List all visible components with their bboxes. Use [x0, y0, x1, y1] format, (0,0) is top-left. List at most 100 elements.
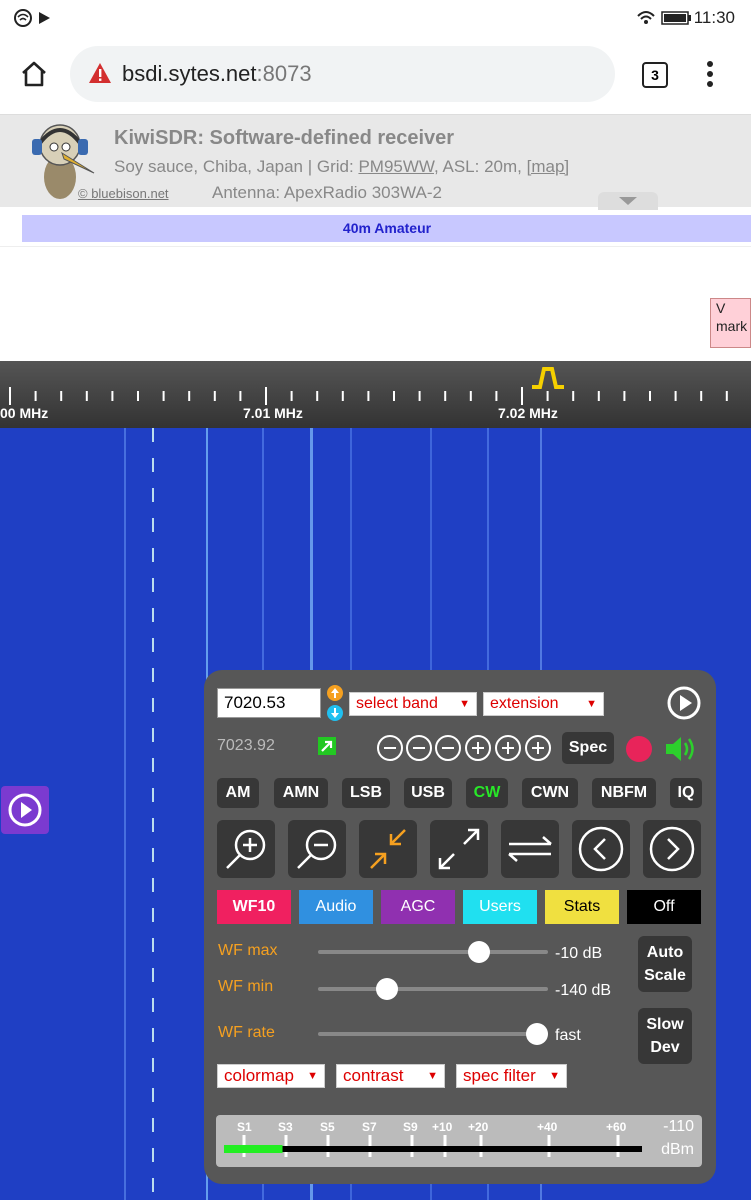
wf-rate-slider[interactable]: [318, 1023, 548, 1045]
asl-text: , ASL: 20m,: [434, 157, 527, 176]
address-bar[interactable]: bsdi.sytes.net:8073: [70, 46, 615, 102]
slow-dev-button[interactable]: Slow Dev: [638, 1008, 692, 1064]
smeter-tick: S3: [278, 1120, 293, 1134]
freq-step-arrows-icon[interactable]: [325, 683, 345, 723]
antenna-info: Antenna: ApexRadio 303WA-2: [212, 183, 442, 202]
status-bar: 11:30: [0, 0, 751, 36]
slow-dev-label-2: Dev: [650, 1039, 680, 1056]
smeter-scale: [224, 1135, 642, 1157]
frequency-input[interactable]: 7020.53: [217, 688, 321, 718]
site-location: Soy sauce, Chiba, Japan | Grid: PM95WW, …: [114, 157, 569, 177]
spec-button[interactable]: Spec: [562, 732, 614, 764]
zoom-step-buttons[interactable]: [376, 734, 556, 762]
mode-usb-button[interactable]: USB: [404, 778, 452, 808]
tab-off[interactable]: Off: [627, 890, 701, 924]
wf-min-slider[interactable]: [318, 978, 548, 1000]
tab-agc[interactable]: AGC: [381, 890, 455, 924]
scale-label-2: 7.02 MHz: [498, 405, 558, 421]
auto-scale-label-2: Scale: [644, 967, 686, 984]
signal-trace: [124, 428, 126, 1200]
zoom-out-icon: [297, 829, 337, 869]
clock: 11:30: [693, 8, 735, 27]
smeter-tick: S7: [362, 1120, 377, 1134]
chevron-right-circle-icon: [649, 826, 695, 872]
header-collapse-button[interactable]: [598, 192, 658, 210]
tab-stats[interactable]: Stats: [545, 890, 619, 924]
smeter-unit: dBm: [661, 1141, 694, 1158]
copyright-link[interactable]: © bluebison.net: [78, 186, 169, 201]
location-text: Soy sauce, Chiba, Japan | Grid:: [114, 157, 359, 176]
smeter-value: -110: [663, 1118, 694, 1135]
zoom-out-button[interactable]: [288, 820, 346, 878]
external-link-icon[interactable]: [317, 736, 337, 756]
play-circle-icon[interactable]: [666, 685, 702, 721]
tab-wf10[interactable]: WF10: [217, 890, 291, 924]
s-meter: S1 S3 S5 S7 S9 +10 +20 +40 +60 -110 dBm: [216, 1115, 702, 1167]
mode-lsb-button[interactable]: LSB: [342, 778, 390, 808]
expand-arrows-icon: [438, 828, 480, 870]
more-menu-icon[interactable]: [704, 60, 716, 88]
scale-ticks: [9, 387, 728, 405]
smeter-tick: +40: [537, 1120, 558, 1134]
tab-users[interactable]: Users: [463, 890, 537, 924]
passband-marker-icon[interactable]: [530, 365, 566, 391]
mode-amn-button[interactable]: AMN: [274, 778, 328, 808]
map-link[interactable]: [map]: [527, 157, 570, 176]
zoom-max-out-button[interactable]: [430, 820, 488, 878]
wf-max-slider-thumb[interactable]: [468, 941, 490, 963]
smeter-tick: S1: [237, 1120, 252, 1134]
grid-link[interactable]: PM95WW: [358, 157, 434, 176]
wf-max-slider[interactable]: [318, 941, 548, 963]
select-band-dropdown[interactable]: select band: [349, 692, 477, 716]
slow-dev-label-1: Slow: [646, 1016, 684, 1033]
marker-text-2: mark: [716, 318, 748, 334]
record-icon[interactable]: [625, 735, 653, 763]
tab-audio[interactable]: Audio: [299, 890, 373, 924]
side-panel-play-button[interactable]: [1, 786, 49, 834]
spec-filter-dropdown[interactable]: spec filter: [456, 1064, 567, 1088]
band-bar[interactable]: 40m Amateur: [22, 215, 751, 242]
swap-button[interactable]: [501, 820, 559, 878]
page-left-button[interactable]: [572, 820, 630, 878]
speaker-volume-icon[interactable]: [664, 734, 700, 764]
scale-label-1: 7.01 MHz: [243, 405, 303, 421]
signal-trace: [152, 428, 154, 1200]
play-circle-icon: [8, 793, 42, 827]
smeter-tick: +10: [432, 1120, 453, 1134]
wf-rate-label: WF rate: [218, 1024, 275, 1041]
colormap-dropdown[interactable]: colormap: [217, 1064, 325, 1088]
home-icon[interactable]: [20, 60, 48, 88]
last-frequency: 7023.92: [217, 737, 275, 754]
smeter-level-bar: [224, 1145, 283, 1153]
kiwi-header: KiwiSDR: Software-defined receiver Soy s…: [0, 115, 751, 210]
mode-am-button[interactable]: AM: [217, 778, 259, 808]
wf-rate-value: fast: [555, 1027, 581, 1044]
zoom-in-button[interactable]: [217, 820, 275, 878]
mode-cwn-button[interactable]: CWN: [522, 778, 578, 808]
url-port: :8073: [256, 61, 312, 86]
mode-nbfm-button[interactable]: NBFM: [592, 778, 656, 808]
contrast-dropdown[interactable]: contrast: [336, 1064, 445, 1088]
spectrum-area[interactable]: [0, 246, 751, 361]
wf-min-slider-thumb[interactable]: [376, 978, 398, 1000]
wf-rate-slider-thumb[interactable]: [525, 1023, 548, 1045]
auto-scale-button[interactable]: Auto Scale: [638, 936, 692, 992]
auto-scale-label-1: Auto: [646, 944, 684, 961]
extension-dropdown[interactable]: extension: [483, 692, 604, 716]
mode-iq-button[interactable]: IQ: [670, 778, 702, 808]
smeter-tick: S5: [320, 1120, 335, 1134]
wf-max-label: WF max: [218, 942, 278, 959]
marker-label[interactable]: Vmark: [710, 298, 751, 348]
mode-cw-button[interactable]: CW: [466, 778, 508, 808]
frequency-scale[interactable]: 00 MHz 7.01 MHz 7.02 MHz: [0, 361, 751, 428]
tab-switcher-button[interactable]: 3: [642, 62, 668, 88]
url-text[interactable]: bsdi.sytes.net:8073: [122, 61, 312, 87]
control-panel: 7020.53 select band extension 7023.92 Sp…: [204, 670, 716, 1184]
smeter-tick: +20: [468, 1120, 489, 1134]
smeter-tick: S9: [403, 1120, 418, 1134]
chevron-left-circle-icon: [578, 826, 624, 872]
zoom-to-band-button[interactable]: [359, 820, 417, 878]
page-right-button[interactable]: [643, 820, 701, 878]
wifi-and-play-icons: [14, 9, 50, 27]
wifi-battery-icons: [637, 11, 691, 25]
